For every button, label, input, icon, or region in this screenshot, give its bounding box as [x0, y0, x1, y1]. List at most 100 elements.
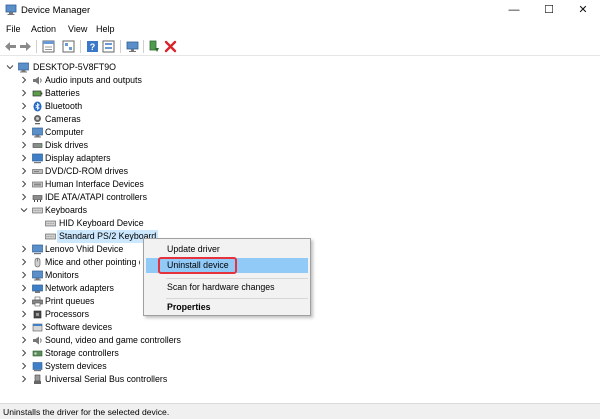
category-mice[interactable]: Mice and other pointing devices: [20, 256, 140, 269]
category-computer[interactable]: Computer: [20, 126, 240, 139]
title-bar: Device Manager — ☐ ✕: [0, 0, 600, 21]
category-label: Human Interface Devices: [45, 179, 144, 189]
expand-chevron-icon[interactable]: [20, 193, 28, 201]
category-label: Keyboards: [45, 205, 88, 215]
view-toggle-icon[interactable]: [102, 40, 115, 53]
expand-chevron-icon[interactable]: [20, 128, 28, 136]
collapse-chevron-icon[interactable]: [6, 63, 14, 71]
system-device-icon: [32, 362, 43, 372]
category-label: Storage controllers: [45, 348, 119, 358]
expand-chevron-icon[interactable]: [20, 284, 28, 292]
expand-chevron-icon[interactable]: [20, 115, 28, 123]
device-label: HID Keyboard Device: [59, 218, 144, 228]
computer-icon: [18, 62, 29, 73]
menu-scan-hardware[interactable]: Scan for hardware changes: [146, 280, 308, 295]
minimize-button[interactable]: —: [497, 0, 531, 21]
device-manager-icon: [5, 4, 17, 15]
expand-chevron-icon[interactable]: [20, 336, 28, 344]
category-label: Software devices: [45, 322, 112, 332]
expand-chevron-icon[interactable]: [20, 89, 28, 97]
monitor-icon: [32, 127, 43, 138]
menu-properties[interactable]: Properties: [146, 300, 308, 315]
hard-drive-icon: [32, 143, 43, 148]
expand-chevron-icon[interactable]: [20, 180, 28, 188]
category-audio[interactable]: Audio inputs and outputs: [20, 74, 240, 87]
expand-chevron-icon[interactable]: [20, 76, 28, 84]
category-dvd-drives[interactable]: DVD/CD-ROM drives: [20, 165, 240, 178]
category-label: Monitors: [45, 270, 79, 280]
category-label: Mice and other pointing devices: [45, 257, 140, 267]
usb-icon: [34, 374, 41, 384]
category-hid[interactable]: Human Interface Devices: [20, 178, 240, 191]
category-system-devices[interactable]: System devices: [20, 360, 240, 373]
menu-separator: [166, 298, 308, 299]
expand-chevron-icon[interactable]: [20, 258, 28, 266]
svg-text:?: ?: [90, 42, 96, 52]
category-bluetooth[interactable]: Bluetooth: [20, 100, 240, 113]
category-software-devices[interactable]: Software devices: [20, 321, 240, 334]
category-label: IDE ATA/ATAPI controllers: [45, 192, 148, 202]
menu-action[interactable]: Action: [31, 24, 56, 34]
category-label: Processors: [45, 309, 89, 319]
expand-chevron-icon[interactable]: [20, 375, 28, 383]
category-usb[interactable]: Universal Serial Bus controllers: [20, 373, 240, 386]
forward-arrow-icon[interactable]: [19, 40, 32, 53]
expand-chevron-icon[interactable]: [20, 271, 28, 279]
expand-chevron-icon[interactable]: [20, 362, 28, 370]
tree-root[interactable]: DESKTOP-5V8FT9O: [6, 61, 206, 74]
device-hid-keyboard[interactable]: HID Keyboard Device: [45, 217, 205, 230]
category-label: Sound, video and game controllers: [45, 335, 181, 345]
maximize-button[interactable]: ☐: [532, 0, 566, 21]
uninstall-x-icon[interactable]: [164, 40, 177, 53]
status-text: Uninstalls the driver for the selected d…: [3, 407, 170, 417]
toolbar: ?: [0, 37, 600, 56]
category-label: Bluetooth: [45, 101, 83, 111]
help-icon[interactable]: ?: [86, 40, 99, 53]
window-title: Device Manager: [21, 5, 91, 16]
collapse-chevron-icon[interactable]: [20, 206, 28, 214]
expand-chevron-icon[interactable]: [20, 245, 28, 253]
display-adapter-icon: [32, 153, 43, 164]
expand-chevron-icon[interactable]: [20, 323, 28, 331]
category-label: Cameras: [45, 114, 81, 124]
properties-sheet-icon[interactable]: [42, 40, 55, 53]
category-ide[interactable]: IDE ATA/ATAPI controllers: [20, 191, 240, 204]
scan-hardware-icon[interactable]: [126, 40, 139, 53]
category-cameras[interactable]: Cameras: [20, 113, 240, 126]
category-batteries[interactable]: Batteries: [20, 87, 240, 100]
category-label: Disk drives: [45, 140, 89, 150]
category-display-adapters[interactable]: Display adapters: [20, 152, 240, 165]
software-device-icon: [32, 323, 43, 332]
processor-icon: [33, 310, 42, 319]
category-label: Audio inputs and outputs: [45, 75, 142, 85]
menu-update-driver[interactable]: Update driver: [146, 242, 308, 257]
category-sound-video[interactable]: Sound, video and game controllers: [20, 334, 240, 347]
menu-help[interactable]: Help: [96, 24, 115, 34]
menu-bar: File Action View Help: [0, 21, 600, 37]
category-storage[interactable]: Storage controllers: [20, 347, 240, 360]
update-driver-icon[interactable]: [148, 40, 161, 53]
close-button[interactable]: ✕: [566, 0, 600, 21]
expand-chevron-icon[interactable]: [20, 310, 28, 318]
expand-chevron-icon[interactable]: [20, 154, 28, 162]
expand-chevron-icon[interactable]: [20, 167, 28, 175]
expand-chevron-icon[interactable]: [20, 297, 28, 305]
expand-chevron-icon[interactable]: [20, 141, 28, 149]
expand-chevron-icon[interactable]: [20, 102, 28, 110]
back-arrow-icon[interactable]: [4, 40, 17, 53]
category-label: System devices: [45, 361, 107, 371]
highlight-callout: [158, 257, 237, 274]
hid-icon: [32, 181, 43, 188]
mouse-icon: [34, 257, 41, 268]
menu-view[interactable]: View: [68, 24, 87, 34]
menu-file[interactable]: File: [6, 24, 21, 34]
expand-chevron-icon[interactable]: [20, 349, 28, 357]
keyboard-icon: [45, 220, 56, 227]
monitor-icon: [32, 270, 43, 281]
category-label: Computer: [45, 127, 84, 137]
category-disk-drives[interactable]: Disk drives: [20, 139, 240, 152]
context-menu: Update driver Uninstall device Scan for …: [143, 238, 311, 316]
show-hide-tree-icon[interactable]: [62, 40, 75, 53]
category-keyboards[interactable]: Keyboards: [20, 204, 240, 217]
network-adapter-icon: [32, 284, 43, 293]
